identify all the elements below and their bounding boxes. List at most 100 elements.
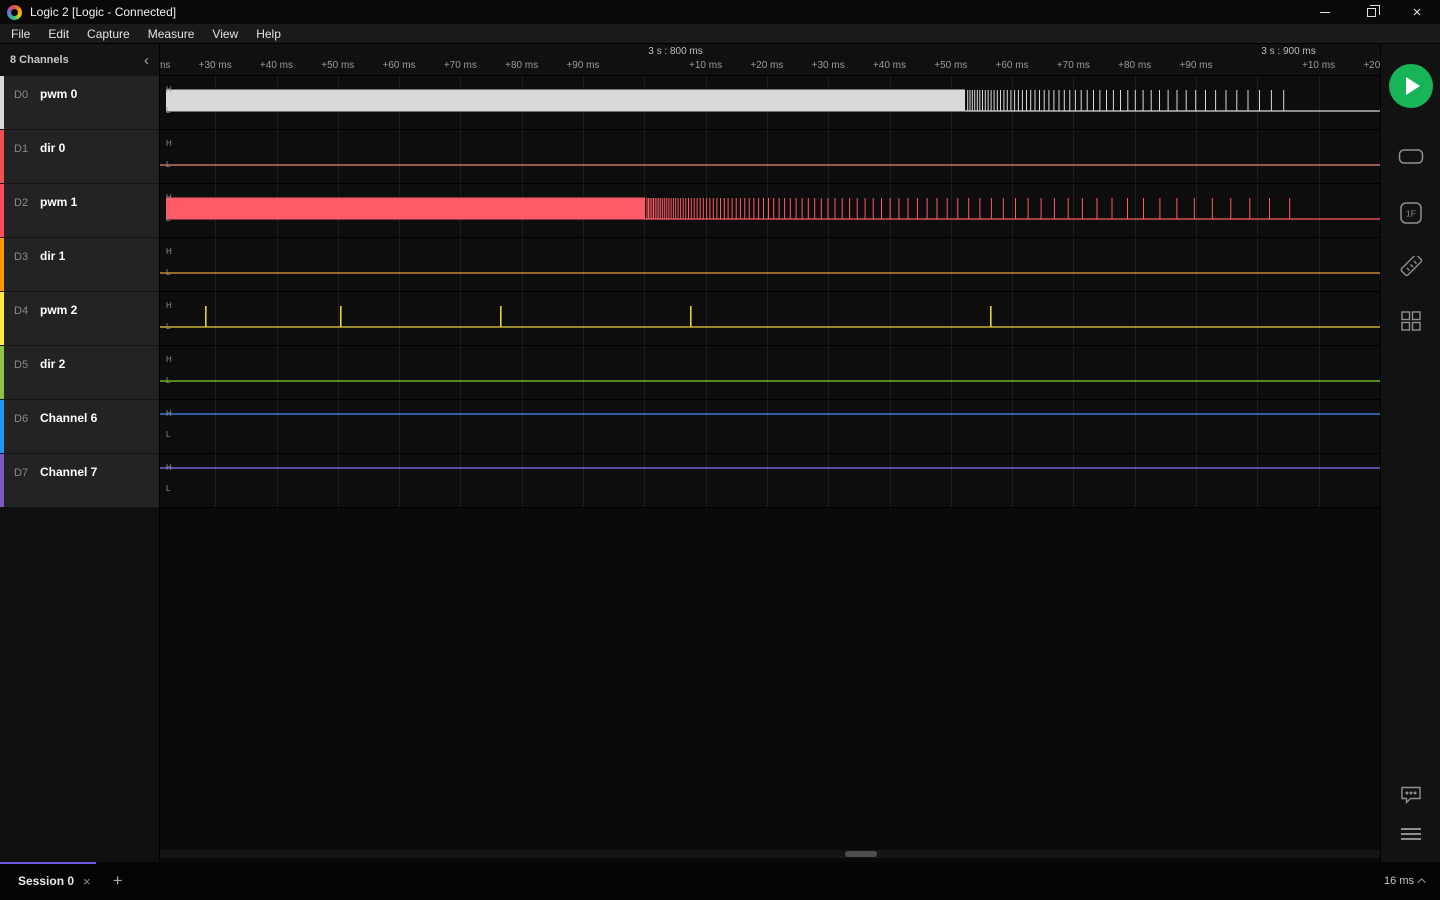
level-label-high: H — [166, 463, 172, 472]
scrollbar-thumb[interactable] — [845, 851, 877, 857]
logic2-app: Logic 2 [Logic - Connected] × FileEditCa… — [0, 0, 1440, 900]
channel-row-d0[interactable]: D0pwm 0 — [0, 76, 159, 130]
close-button[interactable]: × — [1394, 0, 1440, 24]
channel-id: D3 — [14, 251, 40, 263]
waveform-d3[interactable] — [160, 238, 1380, 292]
minimize-button[interactable] — [1302, 0, 1348, 24]
channel-row-d3[interactable]: D3dir 1 — [0, 238, 159, 292]
wave-row-d5[interactable]: HL — [160, 346, 1380, 400]
channel-color-strip — [0, 454, 4, 507]
level-label-low: L — [166, 322, 170, 331]
level-label-high: H — [166, 409, 172, 418]
wave-row-d1[interactable]: HL — [160, 130, 1380, 184]
sidebar-header: 8 Channels ‹ — [0, 44, 159, 76]
wave-row-d6[interactable]: HL — [160, 400, 1380, 454]
timeline-major-label: 3 s : 900 ms — [1261, 46, 1315, 57]
menu-view[interactable]: View — [203, 25, 247, 43]
comments-icon[interactable] — [1400, 785, 1422, 810]
timeline-tick-label: +20 ms — [160, 60, 170, 71]
svg-text:1F: 1F — [1406, 209, 1416, 219]
level-label-low: L — [166, 268, 170, 277]
timeline-tick-label: +60 ms — [383, 60, 416, 71]
timeline-tick-label: +70 ms — [444, 60, 477, 71]
menu-file[interactable]: File — [2, 25, 39, 43]
level-label-low: L — [166, 484, 170, 493]
chevron-up-icon — [1417, 878, 1425, 886]
wave-row-d2[interactable]: HL — [160, 184, 1380, 238]
extensions-icon[interactable] — [1400, 310, 1422, 337]
timeline-major-label: 3 s : 800 ms — [648, 46, 702, 57]
menu-bar: FileEditCaptureMeasureViewHelp — [0, 24, 1440, 44]
wave-row-d4[interactable]: HL — [160, 292, 1380, 346]
waveform-d1[interactable] — [160, 130, 1380, 184]
channel-row-d2[interactable]: D2pwm 1 — [0, 184, 159, 238]
channel-color-strip — [0, 292, 4, 345]
channel-row-d4[interactable]: D4pwm 2 — [0, 292, 159, 346]
waveform-d5[interactable] — [160, 346, 1380, 400]
session-tab[interactable]: Session 0 — [18, 874, 74, 888]
add-session-button[interactable]: + — [113, 871, 123, 891]
wave-row-d0[interactable]: HL — [160, 76, 1380, 130]
timeline-tick-label: +90 ms — [1179, 60, 1212, 71]
level-label-low: L — [166, 106, 170, 115]
timeline-tick-label: +60 ms — [996, 60, 1029, 71]
channel-id: D4 — [14, 305, 40, 317]
channel-id: D7 — [14, 467, 40, 479]
analyzers-icon[interactable]: 1F — [1400, 202, 1422, 229]
waveform-d6[interactable] — [160, 400, 1380, 454]
window-title: Logic 2 [Logic - Connected] — [30, 5, 176, 19]
timeline-tick-label: +30 ms — [199, 60, 232, 71]
channel-count-label: 8 Channels — [10, 54, 69, 66]
menu-measure[interactable]: Measure — [139, 25, 204, 43]
waveform-d7[interactable] — [160, 454, 1380, 508]
level-label-high: H — [166, 193, 172, 202]
timeline-tick-label: +30 ms — [812, 60, 845, 71]
wave-row-d7[interactable]: HL — [160, 454, 1380, 508]
waveform-d0[interactable] — [160, 76, 1380, 130]
timeline-tick-label: +50 ms — [934, 60, 967, 71]
wave-row-d3[interactable]: HL — [160, 238, 1380, 292]
channel-name: pwm 0 — [40, 87, 77, 101]
channel-id: D0 — [14, 89, 40, 101]
timing-scale-toggle[interactable]: 16 ms — [1384, 875, 1426, 887]
timeline-tick-label: +80 ms — [1118, 60, 1151, 71]
channel-row-d5[interactable]: D5dir 2 — [0, 346, 159, 400]
channel-name: Channel 6 — [40, 411, 97, 425]
app-logo-icon — [7, 5, 22, 20]
minimize-icon — [1320, 12, 1330, 13]
bottom-bar: Session 0 × + 16 ms — [0, 862, 1440, 900]
channel-name: dir 2 — [40, 357, 65, 371]
waveform-d4[interactable] — [160, 292, 1380, 346]
horizontal-scrollbar[interactable] — [160, 850, 1380, 858]
collapse-sidebar-icon[interactable]: ‹ — [144, 53, 149, 68]
level-label-high: H — [166, 355, 172, 364]
channel-color-strip — [0, 76, 4, 129]
channel-color-strip — [0, 238, 4, 291]
restore-button[interactable] — [1348, 0, 1394, 24]
menu-edit[interactable]: Edit — [39, 25, 78, 43]
channel-color-strip — [0, 346, 4, 399]
channel-color-strip — [0, 130, 4, 183]
channel-row-d6[interactable]: D6Channel 6 — [0, 400, 159, 454]
window-controls: × — [1302, 0, 1440, 24]
menu-capture[interactable]: Capture — [78, 25, 139, 43]
measurements-icon[interactable] — [1400, 256, 1422, 283]
timeline-tick-label: +80 ms — [505, 60, 538, 71]
channel-list: D0pwm 0D1dir 0D2pwm 1D3dir 1D4pwm 2D5dir… — [0, 76, 159, 508]
main-area: 8 Channels ‹ D0pwm 0D1dir 0D2pwm 1D3dir … — [0, 44, 1440, 862]
menu-help[interactable]: Help — [247, 25, 290, 43]
device-settings-icon[interactable] — [1398, 148, 1424, 171]
channel-name: Channel 7 — [40, 465, 97, 479]
close-session-icon[interactable]: × — [83, 874, 91, 889]
channel-row-d7[interactable]: D7Channel 7 — [0, 454, 159, 508]
menu-icon[interactable] — [1401, 827, 1421, 846]
timeline-tick-label: +90 ms — [566, 60, 599, 71]
title-bar: Logic 2 [Logic - Connected] × — [0, 0, 1440, 24]
channel-row-d1[interactable]: D1dir 0 — [0, 130, 159, 184]
channel-name: pwm 1 — [40, 195, 77, 209]
channel-sidebar: 8 Channels ‹ D0pwm 0D1dir 0D2pwm 1D3dir … — [0, 44, 160, 862]
start-capture-button[interactable] — [1389, 64, 1433, 108]
waveform-d2[interactable] — [160, 184, 1380, 238]
timeline-ruler[interactable]: +20 ms+30 ms+40 ms+50 ms+60 ms+70 ms+80 … — [160, 44, 1380, 76]
timeline-tick-label: +50 ms — [321, 60, 354, 71]
